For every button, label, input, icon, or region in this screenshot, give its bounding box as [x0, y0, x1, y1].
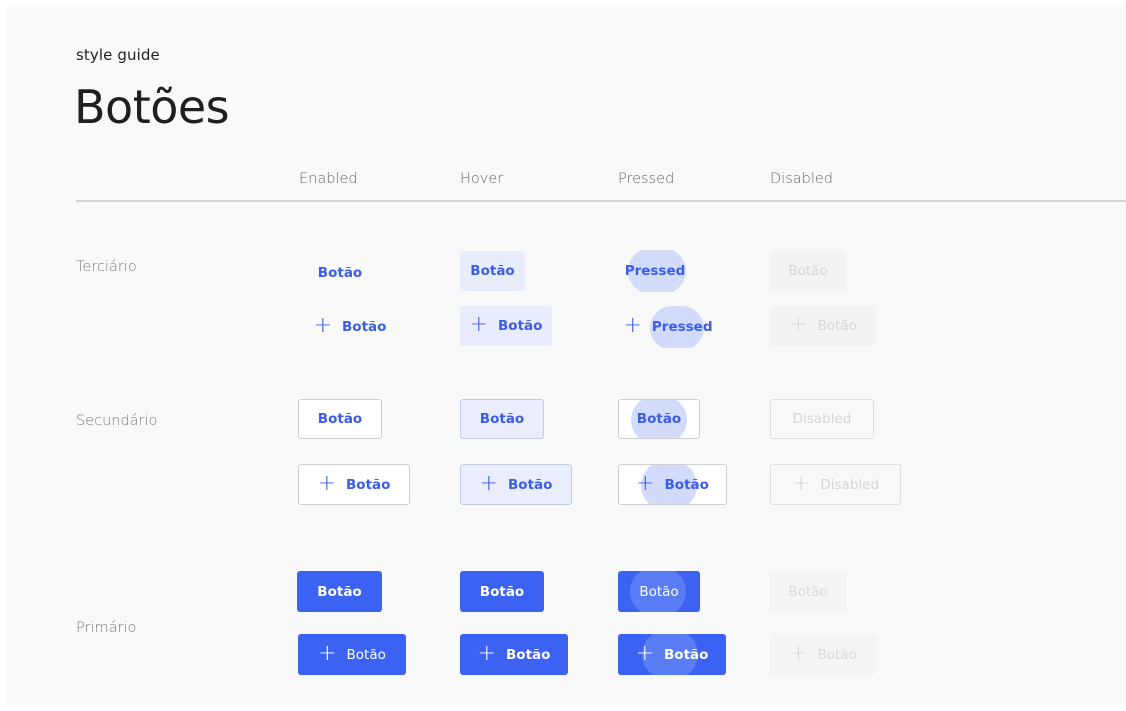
- header-divider: [76, 200, 1126, 202]
- primary-button-enabled[interactable]: Botão: [297, 571, 382, 612]
- primary-button-disabled: Botão: [770, 571, 846, 612]
- tertiary-button-enabled[interactable]: Botão: [305, 258, 375, 288]
- column-header-disabled: Disabled: [770, 171, 833, 187]
- row-label-terciario: Terciário: [76, 259, 137, 275]
- button-label: Botão: [506, 646, 551, 663]
- button-label: Botão: [317, 583, 362, 600]
- column-header-hover: Hover: [460, 171, 504, 187]
- button-label: Botão: [639, 583, 679, 600]
- button-label: Pressed: [651, 319, 713, 335]
- primary-icon-button-hover[interactable]: + Botão: [460, 634, 568, 675]
- button-label: Botão: [346, 646, 386, 663]
- button-label: Botão: [788, 263, 828, 279]
- button-label: Botão: [317, 411, 363, 427]
- secondary-icon-button-hover[interactable]: + Botão: [460, 464, 572, 505]
- plus-icon: +: [469, 312, 489, 337]
- button-label: Botão: [498, 318, 543, 334]
- plus-icon: +: [313, 313, 333, 338]
- secondary-button-pressed[interactable]: Botão: [618, 399, 700, 439]
- column-header-enabled: Enabled: [299, 171, 358, 187]
- tertiary-icon-button-pressed[interactable]: + Pressed: [618, 306, 718, 348]
- button-label: Disabled: [820, 476, 880, 493]
- plus-icon: +: [317, 470, 337, 496]
- button-label: Botão: [636, 411, 682, 427]
- tertiary-icon-button-enabled[interactable]: + Botão: [304, 307, 396, 347]
- button-label: Botão: [508, 476, 553, 493]
- secondary-icon-button-disabled: + Disabled: [770, 464, 901, 505]
- plus-icon: +: [635, 640, 655, 666]
- secondary-button-enabled[interactable]: Botão: [298, 399, 382, 439]
- plus-icon: +: [791, 470, 811, 496]
- plus-icon: +: [623, 313, 642, 338]
- tertiary-icon-button-disabled: + Botão: [770, 306, 876, 346]
- button-label: Botão: [664, 476, 709, 493]
- tertiary-button-pressed[interactable]: Pressed: [618, 250, 692, 292]
- tertiary-button-disabled: Botão: [770, 251, 846, 291]
- tertiary-button-hover[interactable]: Botão: [460, 251, 525, 291]
- row-label-primario: Primário: [76, 620, 137, 636]
- plus-icon: +: [479, 470, 499, 496]
- plus-icon: +: [789, 640, 808, 666]
- plus-icon: +: [477, 640, 497, 666]
- primary-button-hover[interactable]: Botão: [460, 571, 544, 612]
- plus-icon: +: [636, 470, 655, 496]
- button-label: Botão: [479, 583, 525, 600]
- button-label: Botão: [346, 476, 391, 493]
- button-label: Botão: [788, 583, 828, 600]
- eyebrow-label: style guide: [76, 46, 160, 64]
- plus-icon: +: [789, 312, 808, 337]
- button-label: Botão: [470, 263, 515, 279]
- secondary-icon-button-enabled[interactable]: + Botão: [298, 464, 410, 505]
- primary-icon-button-disabled: + Botão: [770, 634, 876, 675]
- button-label: Pressed: [624, 263, 686, 279]
- secondary-icon-button-pressed[interactable]: + Botão: [618, 464, 727, 505]
- button-label: Botão: [479, 411, 525, 427]
- button-label: Botão: [664, 646, 709, 663]
- tertiary-icon-button-hover[interactable]: + Botão: [460, 306, 552, 346]
- primary-icon-button-enabled[interactable]: + Botão: [298, 634, 406, 675]
- row-label-secundario: Secundário: [76, 413, 158, 429]
- secondary-button-disabled: Disabled: [770, 399, 874, 439]
- button-label: Botão: [817, 318, 857, 334]
- primary-icon-button-pressed[interactable]: + Botão: [618, 634, 726, 675]
- primary-button-pressed[interactable]: Botão: [618, 571, 700, 612]
- page-title: Botões: [74, 80, 230, 134]
- button-label: Botão: [817, 646, 857, 663]
- plus-icon: +: [318, 640, 337, 666]
- secondary-button-hover[interactable]: Botão: [460, 399, 544, 439]
- button-label: Botão: [342, 319, 387, 335]
- column-header-pressed: Pressed: [618, 171, 675, 187]
- button-label: Botão: [317, 265, 363, 281]
- button-label: Disabled: [792, 411, 852, 427]
